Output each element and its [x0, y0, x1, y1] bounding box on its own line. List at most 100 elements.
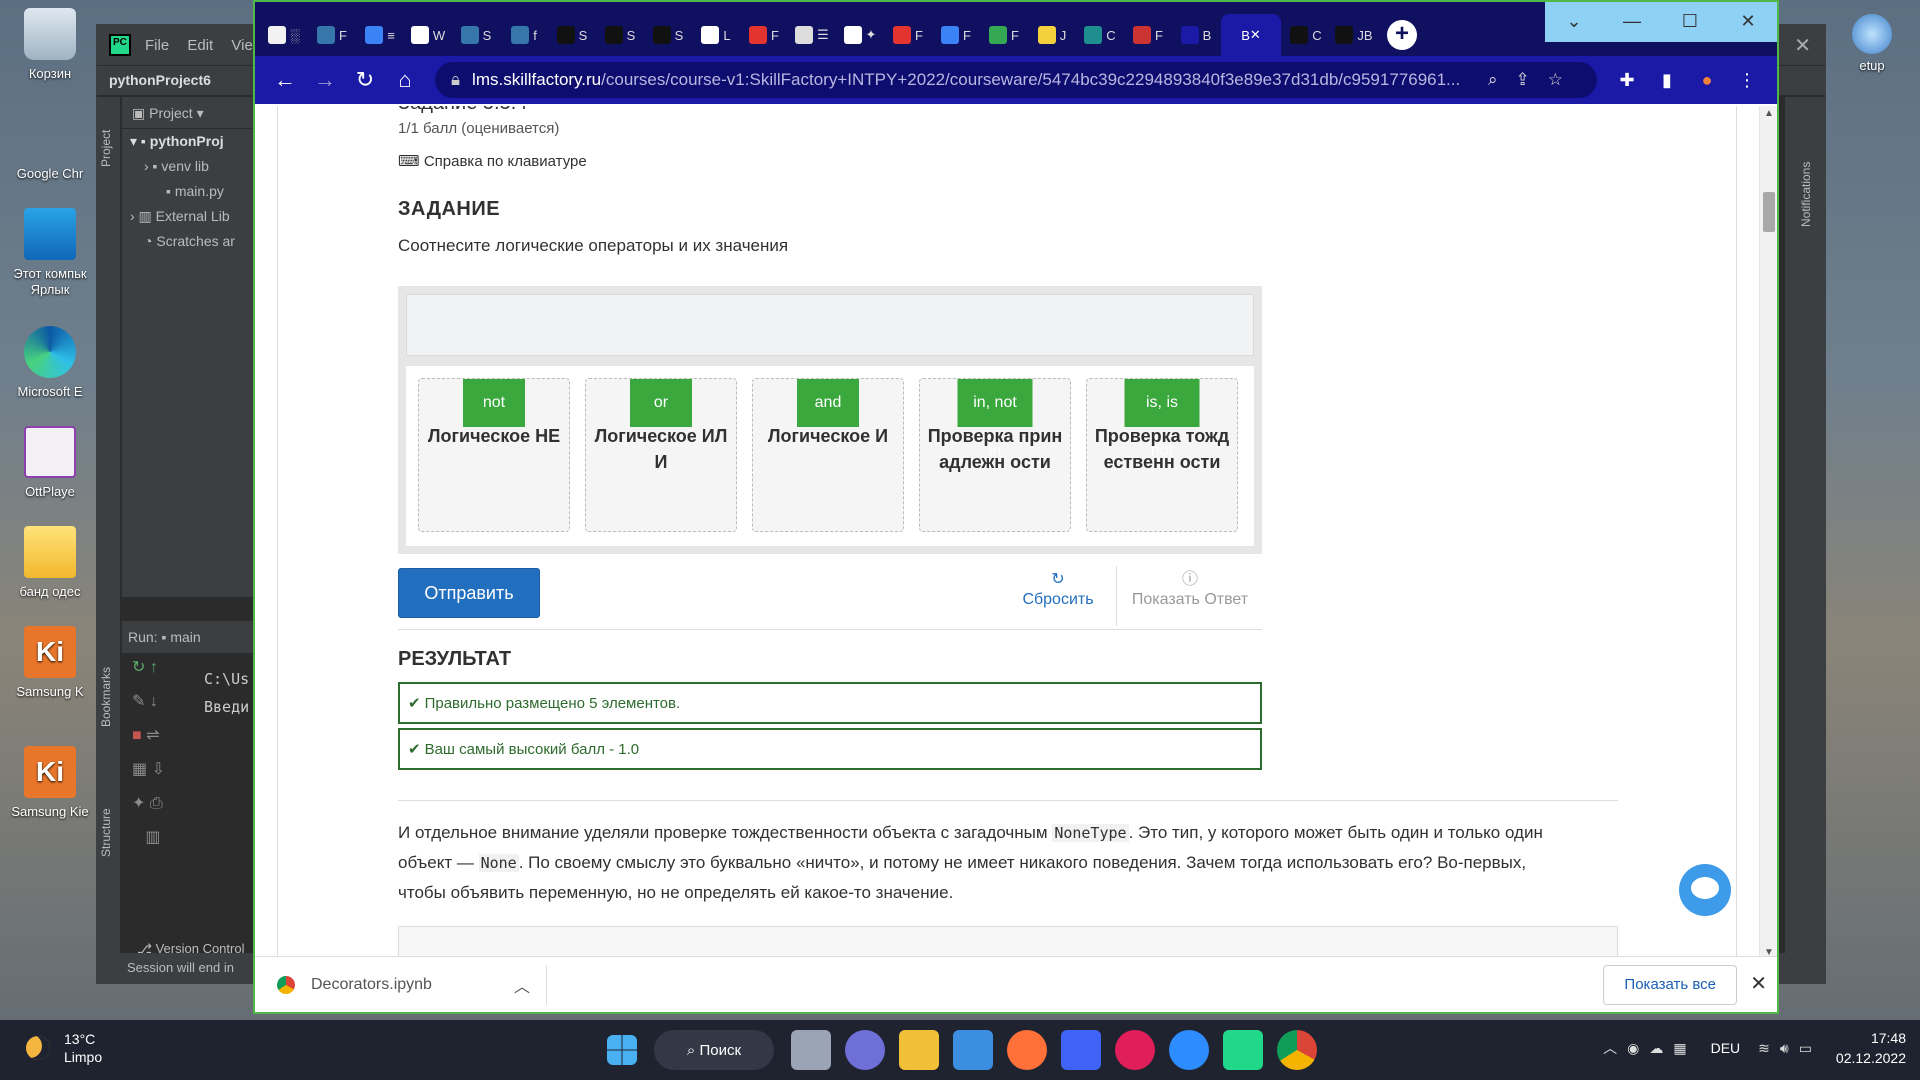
new-tab-button[interactable]: +	[1387, 20, 1417, 50]
browser-tab[interactable]: W	[405, 14, 451, 56]
rerun-icon[interactable]: ↻ ↑	[122, 657, 192, 691]
browser-tab[interactable]: L	[693, 14, 739, 56]
drop-zone[interactable]: is, is not Проверка тождественн ости	[1086, 378, 1238, 532]
browser-tab[interactable]: f	[501, 14, 547, 56]
browser-tab[interactable]: C	[1283, 14, 1329, 56]
menu-edit[interactable]: Edit	[187, 37, 213, 54]
bookmarks-tool-tab[interactable]: Bookmarks	[99, 667, 113, 727]
desktop-icon-samsung-kies[interactable]: Ki Samsung K	[6, 626, 94, 700]
run-config-tab[interactable]: ▪ main	[161, 629, 200, 645]
browser-tab[interactable]: B	[1173, 14, 1219, 56]
firefox-icon[interactable]	[1007, 1030, 1047, 1070]
show-all-button[interactable]: Показать все	[1603, 965, 1737, 1005]
pin-icon[interactable]: ✦ ⎙	[122, 793, 192, 827]
browser-tab[interactable]: F	[933, 14, 979, 56]
weather-widget[interactable]: 13°C Limpo	[26, 1030, 102, 1066]
chevron-up-icon[interactable]: ︿	[514, 973, 530, 997]
tree-item[interactable]: ◔ Scratches ar	[122, 229, 257, 254]
desktop-icon-this-pc[interactable]: Этот компьк Ярлык	[6, 208, 94, 298]
browser-tab[interactable]: S	[645, 14, 691, 56]
reset-button[interactable]: ↻ Сбросить	[1008, 570, 1108, 610]
layout-icon[interactable]: ▦ ⇩	[122, 759, 192, 793]
network-volume-battery-icons[interactable]: ≋🔊︎▭	[1758, 1040, 1822, 1057]
share-icon[interactable]: ⇪	[1516, 70, 1548, 89]
drop-zone[interactable]: in, not in Проверка принадлежн ости	[919, 378, 1071, 532]
project-panel-header[interactable]: ▣ Project ▾	[122, 97, 257, 129]
browser-tab[interactable]: F	[1125, 14, 1171, 56]
trash-icon[interactable]: ▥	[122, 827, 192, 861]
drop-zone[interactable]: and Логическое И	[752, 378, 904, 532]
desktop-icon-samsung-kies-lite[interactable]: Ki Samsung Kie	[6, 746, 94, 820]
desktop-icon-recycle-bin[interactable]: Корзин	[6, 8, 94, 82]
browser-tab[interactable]: F	[309, 14, 355, 56]
stop-icon[interactable]: ■ ⇌	[122, 725, 192, 759]
browser-tab[interactable]: ☰	[789, 14, 835, 56]
bookmark-star-icon[interactable]: ☆	[1548, 70, 1581, 89]
scroll-up-icon[interactable]: ▲	[1764, 108, 1774, 119]
browser-tab[interactable]: F	[885, 14, 931, 56]
draggable-item[interactable]: in, not in	[957, 379, 1033, 459]
keyboard-help-link[interactable]: ⌨ Справка по клавиатуре	[398, 152, 587, 170]
windows-start-icon[interactable]	[607, 1035, 637, 1065]
browser-tab[interactable]: C	[1077, 14, 1123, 56]
extensions-icon[interactable]: ✚	[1607, 70, 1647, 91]
forward-icon[interactable]: →	[305, 67, 345, 93]
item-bank[interactable]	[406, 294, 1254, 356]
back-icon[interactable]: ←	[265, 67, 305, 93]
notifications-tool-tab[interactable]: Notifications	[1799, 162, 1813, 227]
language-indicator[interactable]: DEU	[1711, 1040, 1741, 1056]
minimize-icon[interactable]: —	[1603, 2, 1661, 42]
profile-avatar[interactable]: ●	[1687, 70, 1727, 91]
menu-view[interactable]: Vie	[231, 37, 252, 54]
browser-tab[interactable]: ✦	[837, 14, 883, 56]
project-tool-tab[interactable]: Project	[99, 130, 113, 167]
tree-item[interactable]: › ▥ External Lib	[122, 204, 257, 229]
drop-zone[interactable]: not Логическое НЕ	[418, 378, 570, 532]
browser-tab[interactable]: S	[597, 14, 643, 56]
desktop-icon-chrome[interactable]: Google Chr	[6, 108, 329, 182]
tree-item[interactable]: ▪ main.py	[122, 179, 257, 204]
draggable-item[interactable]: not	[463, 379, 525, 427]
address-bar[interactable]: 🔒︎ lms.skillfactory.ru/courses/course-v1…	[435, 62, 1597, 98]
desktop-icon-folder[interactable]: банд одес	[6, 526, 94, 600]
menu-file[interactable]: File	[145, 37, 169, 54]
side-panel-icon[interactable]: ▮	[1647, 70, 1687, 91]
teams-chat-icon[interactable]	[845, 1030, 885, 1070]
close-icon[interactable]: ✕	[1719, 2, 1777, 42]
browser-tab[interactable]: S	[453, 14, 499, 56]
tree-item[interactable]: › ▪ venv lib	[122, 154, 257, 179]
desktop-icon-edge[interactable]: Microsoft E	[6, 326, 94, 400]
browser-tab[interactable]: F	[981, 14, 1027, 56]
home-icon[interactable]: ⌂	[385, 67, 425, 93]
file-explorer-icon[interactable]	[899, 1030, 939, 1070]
draggable-item[interactable]: and	[797, 379, 859, 427]
store-icon[interactable]	[953, 1030, 993, 1070]
menu-dots-icon[interactable]: ⋮	[1727, 70, 1767, 91]
reload-icon[interactable]: ↻	[345, 67, 385, 93]
zoom-icon[interactable]	[1169, 1030, 1209, 1070]
submit-button[interactable]: Отправить	[398, 568, 540, 618]
browser-tab[interactable]: ░	[261, 14, 307, 56]
zoom-icon[interactable]: ⌕	[1488, 70, 1516, 89]
tree-item[interactable]: ▾ ▪ pythonProj	[122, 129, 257, 154]
browser-tab[interactable]: ≡	[357, 14, 403, 56]
drop-zone[interactable]: or Логическое ИЛИ	[585, 378, 737, 532]
desktop-icon-ottplayer[interactable]: OttPlaye	[6, 426, 94, 500]
browser-tab[interactable]: JB	[1331, 14, 1377, 56]
browser-tab[interactable]: J	[1029, 14, 1075, 56]
chevron-down-icon[interactable]: ⌄	[1545, 2, 1603, 42]
browser-tab[interactable]: F	[741, 14, 787, 56]
browser-tab[interactable]: S	[549, 14, 595, 56]
close-icon[interactable]: ✕	[1750, 971, 1767, 996]
wrench-icon[interactable]: ✎ ↓	[122, 691, 192, 725]
show-answer-button[interactable]: ⓘ Показать Ответ	[1120, 570, 1260, 610]
pycharm-icon[interactable]	[1223, 1030, 1263, 1070]
tray-icons[interactable]: ︿◉☁▦	[1603, 1038, 1696, 1058]
app-icon[interactable]	[1061, 1030, 1101, 1070]
task-view-icon[interactable]	[791, 1030, 831, 1070]
chat-icon[interactable]	[1679, 864, 1731, 916]
desktop-icon-setup[interactable]: etup	[1842, 14, 1902, 73]
chrome-icon[interactable]	[1277, 1030, 1317, 1070]
draggable-item[interactable]: is, is not	[1124, 379, 1200, 459]
draggable-item[interactable]: or	[630, 379, 692, 427]
